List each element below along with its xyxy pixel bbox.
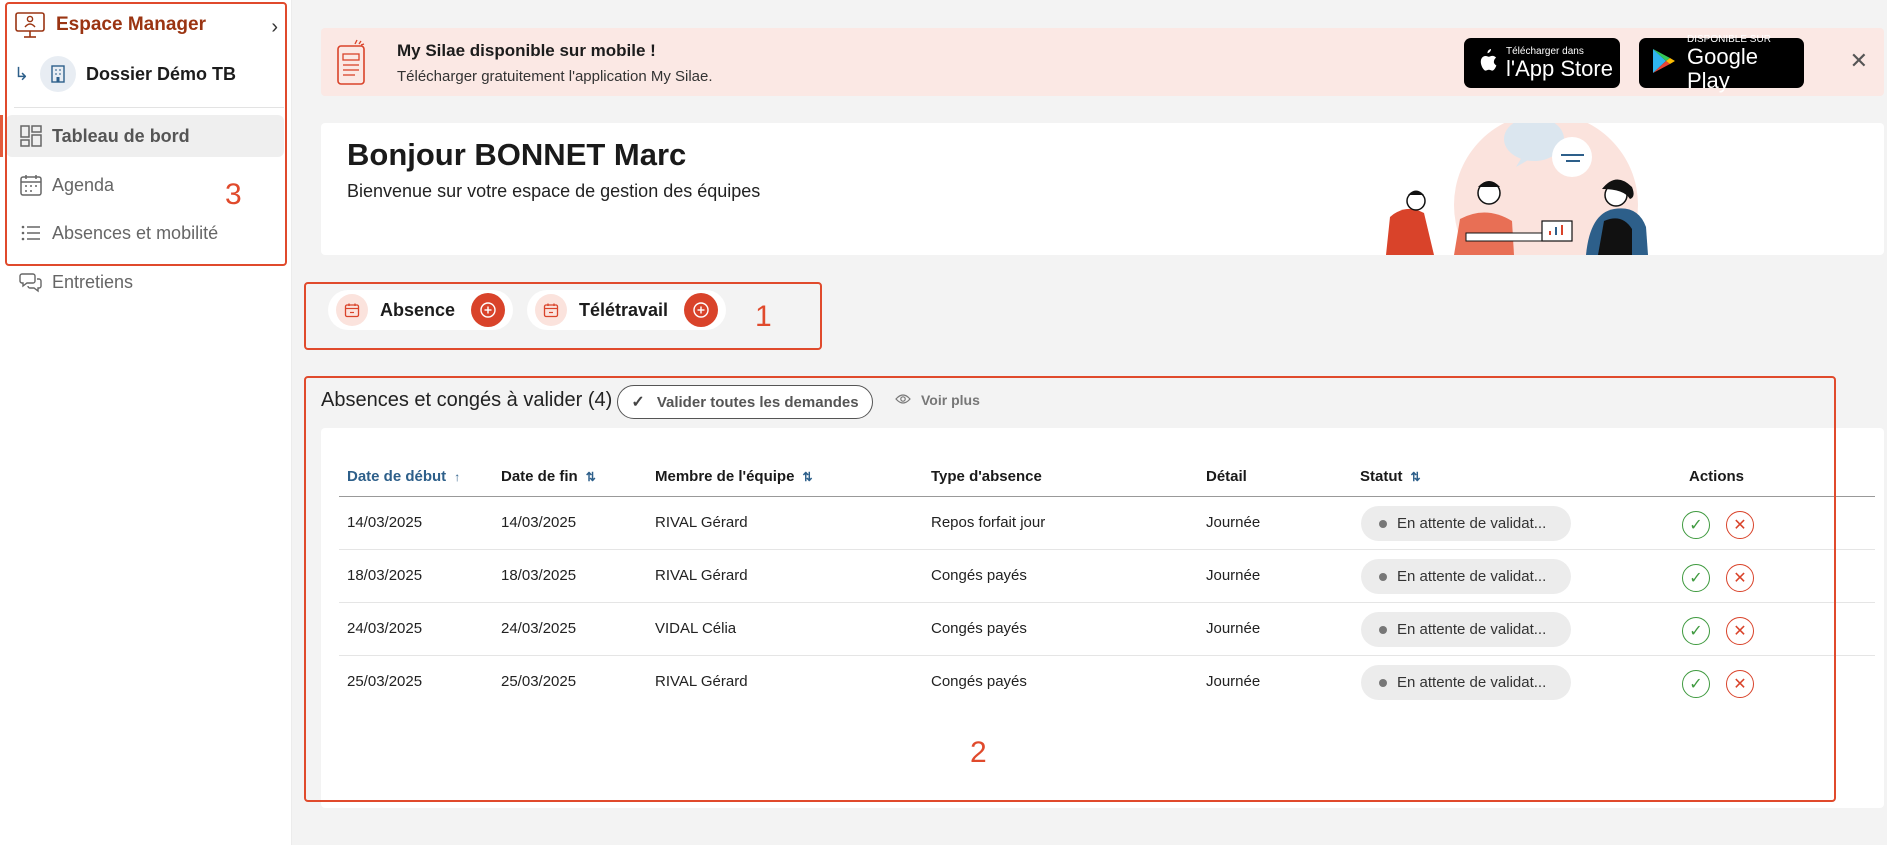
banner-title: My Silae disponible sur mobile !: [397, 41, 656, 60]
app-store-button[interactable]: Télécharger dans l'App Store: [1464, 38, 1620, 88]
close-icon[interactable]: ✕: [1850, 48, 1868, 74]
team-meeting-illustration: [1386, 123, 1648, 255]
mobile-phone-icon: [335, 38, 367, 86]
mobile-app-banner: My Silae disponible sur mobile ! Télécha…: [321, 28, 1884, 96]
annotation-box-2: [304, 376, 1836, 802]
appstore-small-label: Télécharger dans: [1506, 45, 1584, 57]
appstore-big-label: l'App Store: [1506, 55, 1613, 81]
annotation-box-1: [304, 282, 822, 350]
apple-icon: [1476, 48, 1498, 79]
welcome-subtitle: Bienvenue sur votre espace de gestion de…: [347, 181, 761, 201]
sidebar-item-label: Entretiens: [52, 271, 134, 292]
active-indicator: [0, 115, 3, 157]
page-title: Bonjour BONNET Marc: [347, 137, 687, 172]
annotation-box-3: [5, 2, 287, 266]
sidebar-item-entretiens[interactable]: Entretiens: [0, 261, 292, 303]
annotation-number-2: 2: [970, 736, 987, 769]
google-play-button[interactable]: DISPONIBLE SUR Google Play: [1639, 34, 1804, 92]
annotation-number-1: 1: [755, 300, 772, 333]
google-play-icon: [1651, 47, 1677, 80]
welcome-card: Bonjour BONNET Marc Bienvenue sur votre …: [321, 123, 1884, 255]
banner-subtitle: Télécharger gratuitement l'application M…: [397, 68, 713, 85]
annotation-number-3: 3: [225, 178, 242, 211]
chat-bubbles-icon: [18, 269, 44, 295]
googleplay-big-label: Google Play: [1687, 43, 1758, 93]
googleplay-small-label: DISPONIBLE SUR: [1687, 33, 1771, 45]
